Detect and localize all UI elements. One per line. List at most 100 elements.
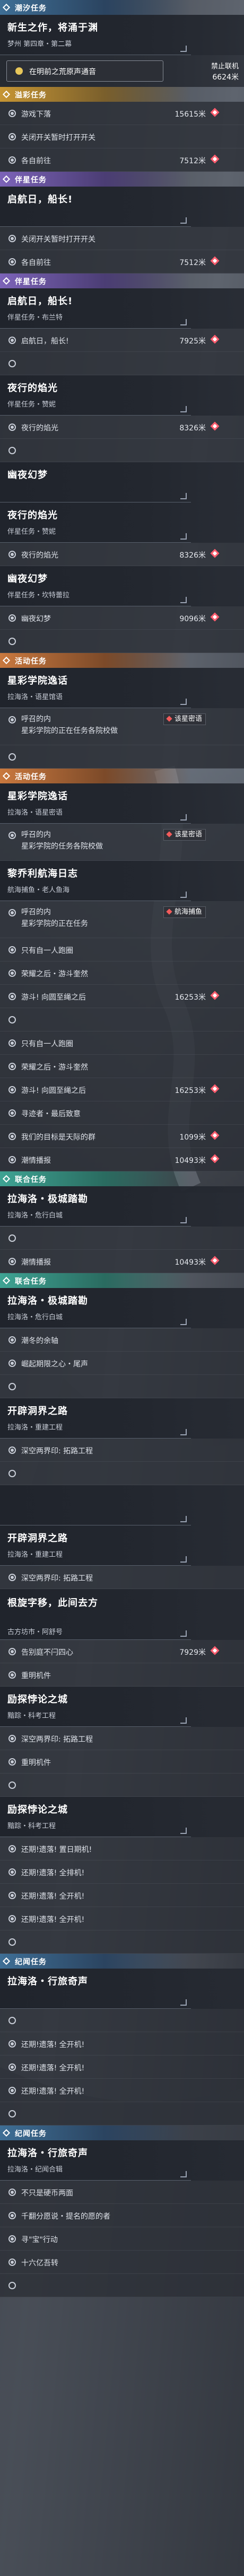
- map-marker-icon[interactable]: [210, 154, 220, 164]
- objective-item[interactable]: [0, 2009, 244, 2032]
- objective-item[interactable]: 游斗! 向圆至绳之后 16253米: [0, 1078, 244, 1101]
- objective-item[interactable]: 十六亿吾转: [0, 2251, 244, 2274]
- quest-title[interactable]: 星彩学院逸话 拉海洛・语星馆语: [0, 668, 244, 708]
- quest-title[interactable]: 启航日，船长!: [0, 187, 244, 227]
- objective-item[interactable]: 深空两界印: 拓路工程: [0, 1727, 244, 1750]
- objective-item[interactable]: [0, 1462, 244, 1485]
- expand-corner-icon: [180, 1319, 187, 1325]
- objective-item[interactable]: 寻迹者・最后致意: [0, 1101, 244, 1125]
- quest-title[interactable]: 拉海洛・行旅奇声 拉海洛・纪闻合辑: [0, 2140, 244, 2181]
- objective-item[interactable]: 呼召的内 星彩学院的任务各院校做 该星密语: [0, 824, 244, 861]
- quest-title[interactable]: 拉海洛・极城踏勘 拉海洛・危行白城: [0, 1186, 244, 1227]
- objective-circle-icon: [8, 2282, 16, 2289]
- objective-item[interactable]: 潮情播报 10493米: [0, 1148, 244, 1171]
- objective-item[interactable]: 荣耀之后・游斗奎然: [0, 961, 244, 985]
- objective-item[interactable]: [0, 2274, 244, 2297]
- objective-item[interactable]: 荣耀之后・游斗奎然: [0, 1055, 244, 1078]
- objective-item[interactable]: 深空两界印: 拓路工程: [0, 1439, 244, 1462]
- objective-item[interactable]: 重明机件: [0, 1750, 244, 1774]
- quest-title[interactable]: 开辟洞界之路 拉海洛・重建工程: [0, 1525, 244, 1566]
- map-marker-icon[interactable]: [210, 108, 220, 117]
- quest-title[interactable]: 开辟洞界之路 拉海洛・重建工程: [0, 1398, 244, 1439]
- objective-item[interactable]: 呼召的内 星彩学院的正在任务各院校做 该星密语: [0, 708, 244, 745]
- objective-item[interactable]: 重明机件: [0, 1663, 244, 1687]
- quest-name: 星彩学院逸话: [7, 791, 68, 802]
- map-marker-icon[interactable]: [210, 1131, 220, 1140]
- objective-circle-icon: [8, 1446, 16, 1454]
- map-marker-icon[interactable]: [210, 991, 220, 1000]
- objective-item[interactable]: [0, 1930, 244, 1954]
- quest-title[interactable]: 拉海洛・行旅奇声: [0, 1969, 244, 2009]
- map-marker-icon[interactable]: [210, 421, 220, 431]
- quest-title[interactable]: 励探悖论之城 黯踪・科考工程: [0, 1687, 244, 1727]
- objective-item[interactable]: 还期!遗落! 全开机!: [0, 2032, 244, 2055]
- map-marker-icon[interactable]: [210, 612, 220, 622]
- objective-item[interactable]: 还期!遗落! 全开机!: [0, 1907, 244, 1930]
- objective-tag[interactable]: 该星密语: [163, 713, 206, 725]
- objective-item[interactable]: 还期!遗落! 全排机!: [0, 1860, 244, 1884]
- quest-title[interactable]: 励探悖论之城 黯踪・科考工程: [0, 1797, 244, 1837]
- objective-item[interactable]: [0, 1375, 244, 1398]
- objective-item[interactable]: [0, 1774, 244, 1797]
- objective-item[interactable]: [0, 2102, 244, 2125]
- objective-item[interactable]: 只有自一人跑圈: [0, 1031, 244, 1055]
- quest-subtitle: 梦州 第四章・第二幕: [7, 40, 72, 48]
- quest-title[interactable]: 新生之作，将涌于渊 梦州 第四章・第二幕: [0, 15, 244, 55]
- quest-title[interactable]: 幽夜幻梦: [0, 462, 244, 502]
- objective-item[interactable]: 呼召的内 星彩学院的正在任务 航海捕鱼: [0, 901, 244, 938]
- map-marker-icon[interactable]: [210, 1256, 220, 1265]
- objective-item[interactable]: [0, 352, 244, 375]
- map-marker-icon[interactable]: [210, 1154, 220, 1163]
- objective-item[interactable]: 崛起期限之心・尾声: [0, 1352, 244, 1375]
- map-marker-icon[interactable]: [210, 256, 220, 266]
- quest-title[interactable]: [0, 1485, 244, 1525]
- quest-title[interactable]: 根旋字移，此间去方 古方坊市・阿舒号: [0, 1589, 244, 1640]
- objective-item[interactable]: 游斗! 向圆至绳之后 16253米: [0, 985, 244, 1008]
- map-marker-icon[interactable]: [210, 549, 220, 558]
- quest-title[interactable]: 幽夜幻梦 伴星任务・坎特蕾拉: [0, 566, 244, 606]
- objective-item[interactable]: 潮冬的余轴: [0, 1328, 244, 1352]
- map-marker-icon[interactable]: [210, 334, 220, 344]
- objective-item[interactable]: 夜行的焰光 8326米: [0, 543, 244, 566]
- objective-item[interactable]: 还期!遗落! 置日期机!: [0, 1837, 244, 1860]
- quest-title[interactable]: 夜行的焰光 伴星任务・赞妮: [0, 502, 244, 543]
- start-button[interactable]: 在明前之荒原声通音: [6, 60, 163, 82]
- map-marker-icon[interactable]: [210, 1646, 220, 1655]
- objective-item[interactable]: [0, 1008, 244, 1031]
- quest-title[interactable]: 夜行的焰光 伴星任务・赞妮: [0, 375, 244, 416]
- objective-item[interactable]: 幽夜幻梦 9096米: [0, 606, 244, 630]
- objective-item[interactable]: 我们的目标是天际的群 1099米: [0, 1125, 244, 1148]
- objective-item[interactable]: 各自前往 7512米: [0, 250, 244, 274]
- objective-item[interactable]: 各自前往 7512米: [0, 148, 244, 172]
- objective-item[interactable]: [0, 745, 244, 769]
- objective-circle-icon: [8, 551, 16, 558]
- objective-item[interactable]: [0, 630, 244, 653]
- objective-item[interactable]: 关闭开关暂时打开开关: [0, 227, 244, 250]
- objective-item[interactable]: 深空两界印: 拓路工程: [0, 1566, 244, 1589]
- objective-item[interactable]: 夜行的焰光 8326米: [0, 416, 244, 439]
- objective-circle-icon: [8, 1470, 16, 1477]
- objective-tag[interactable]: 该星密语: [163, 829, 206, 841]
- quest-title[interactable]: 星彩学院逸话 拉海洛・语星密语: [0, 783, 244, 824]
- quest-title[interactable]: 黎乔利航海日志 航海捕鱼・老人鱼海: [0, 861, 244, 901]
- objective-item[interactable]: 还期!遗落! 全开机!: [0, 1884, 244, 1907]
- objective-item[interactable]: 只有自一人跑圈: [0, 938, 244, 961]
- map-marker-icon[interactable]: [210, 1084, 220, 1093]
- objective-item[interactable]: 关闭开关暂时打开开关: [0, 125, 244, 148]
- objective-item[interactable]: [0, 439, 244, 462]
- quest-title[interactable]: 启航日，船长! 伴星任务・布兰特: [0, 288, 244, 329]
- objective-item[interactable]: 告别庭不闩四心 7929米: [0, 1640, 244, 1663]
- objective-circle-icon: [8, 2087, 16, 2094]
- objective-tag[interactable]: 航海捕鱼: [163, 906, 206, 918]
- objective-item[interactable]: 游戏下落 15615米: [0, 102, 244, 125]
- objective-item[interactable]: 不只是硬币两面: [0, 2181, 244, 2204]
- objective-item[interactable]: 寻"宝"行动: [0, 2227, 244, 2251]
- target-icon: [15, 67, 23, 75]
- objective-item[interactable]: 还期!遗落! 全开机!: [0, 2055, 244, 2079]
- objective-item[interactable]: 千翻分愿说・提名的愿的者: [0, 2204, 244, 2227]
- objective-item[interactable]: 还期!遗落! 全开机!: [0, 2079, 244, 2102]
- objective-item[interactable]: 潮情播报 10493米: [0, 1250, 244, 1273]
- quest-title[interactable]: 拉海洛・极城踏勘 拉海洛・危行白城: [0, 1288, 244, 1328]
- objective-item[interactable]: [0, 1227, 244, 1250]
- objective-item[interactable]: 启航日，船长! 7925米: [0, 329, 244, 352]
